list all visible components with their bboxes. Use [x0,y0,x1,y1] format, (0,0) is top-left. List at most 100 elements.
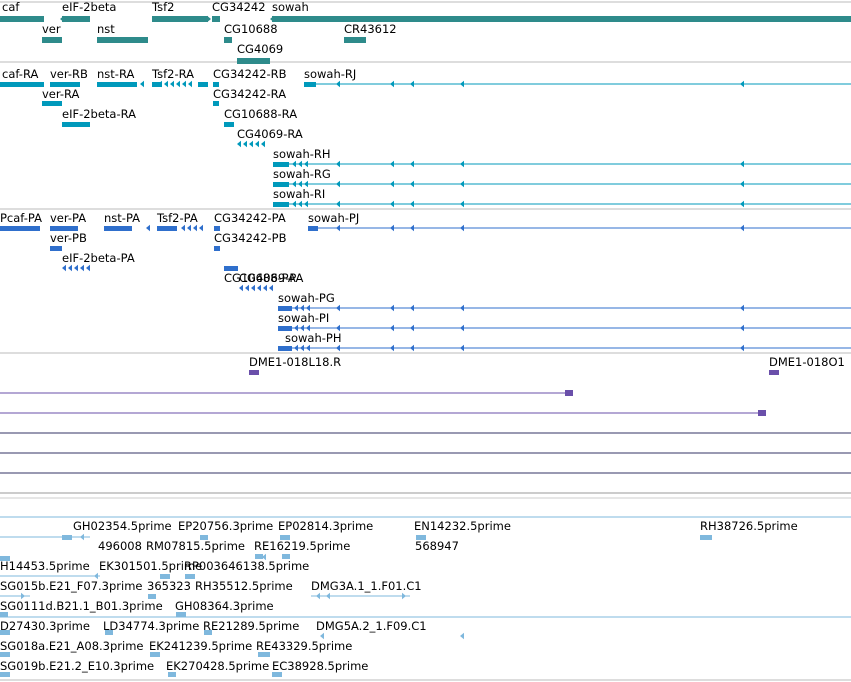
feature-label-ver-pa[interactable]: ver-PA [50,212,86,225]
feature-label-ek270428-5prime[interactable]: EK270428.5prime [166,660,269,673]
feature-label-cg34242-pa[interactable]: CG34242-PA [214,212,286,225]
feature-label-sowah-ri[interactable]: sowah-RI [273,188,325,201]
exon-block[interactable] [308,226,318,231]
exon-block[interactable] [224,122,234,127]
feature-label-ver-rb[interactable]: ver-RB [50,68,88,81]
feature-label-eif-2beta-pa[interactable]: eIF-2beta-PA [62,252,135,265]
feature-label-ld34774-3prime[interactable]: LD34774.3prime [103,620,199,633]
exon-block[interactable] [62,535,72,540]
feature-label-dmg5a-2-1-f09-c1[interactable]: DMG5A.2_1.F09.C1 [316,620,427,633]
feature-label-sowah-pg[interactable]: sowah-PG [278,292,335,305]
feature-label-re43329-5prime[interactable]: RE43329.5prime [256,640,352,653]
feature-label-dme1-018l18-r[interactable]: DME1-018L18.R [249,356,341,369]
feature-label-cg10688[interactable]: CG10688 [224,23,278,36]
gene-cg34242[interactable] [212,16,220,22]
feature-label-re21289-5prime[interactable]: RE21289.5prime [203,620,299,633]
feature-label-nst-ra[interactable]: nst-RA [97,68,134,81]
exon-block[interactable] [214,246,220,251]
feature-label-sowah[interactable]: sowah [272,1,309,14]
exon-block[interactable] [0,82,44,87]
exon-block[interactable] [769,370,779,375]
gene-eif2beta[interactable] [62,16,90,22]
gene-ver[interactable] [42,37,62,43]
feature-label-h14453-5prime[interactable]: H14453.5prime [0,560,90,573]
feature-label-ver-pb[interactable]: ver-PB [50,232,87,245]
feature-label-rp003646138-5prime[interactable]: RP003646138.5prime [184,560,309,573]
feature-label-sowah-pj[interactable]: sowah-PJ [308,212,359,225]
feature-label-tsf2-pa[interactable]: Tsf2-PA [157,212,198,225]
feature-label-cg4069-pa[interactable]: CG4069-PA [239,272,303,285]
feature-label-eif-2beta-ra[interactable]: eIF-2beta-RA [62,108,136,121]
feature-label-ek241239-5prime[interactable]: EK241239.5prime [149,640,252,653]
exon-block[interactable] [62,122,90,127]
feature-label-dmg3a-1-1-f01-c1[interactable]: DMG3A.1_1.F01.C1 [311,580,422,593]
feature-label-ec38928-5prime[interactable]: EC38928.5prime [272,660,368,673]
feature-label-re16219-5prime[interactable]: RE16219.5prime [254,540,350,553]
exon-block[interactable] [157,226,177,231]
feature-label-cr43612[interactable]: CR43612 [344,23,397,36]
exon-block[interactable] [213,101,219,106]
strand-arrow [390,324,394,332]
feature-label-sowah-rg[interactable]: sowah-RG [273,168,331,181]
gene-tsf2[interactable] [152,16,208,22]
feature-label-sowah-rj[interactable]: sowah-RJ [304,68,356,81]
feature-label-sowah-rh[interactable]: sowah-RH [273,148,331,161]
feature-label-cg34242[interactable]: CG34242 [212,1,266,14]
exon-block[interactable] [278,346,292,351]
feature-label-gh08364-3prime[interactable]: GH08364.3prime [175,600,274,613]
exon-block[interactable] [198,82,208,87]
feature-label-ep02814-3prime[interactable]: EP02814.3prime [278,520,373,533]
exon-block[interactable] [758,410,766,416]
feature-label-sowah-pi[interactable]: sowah-PI [278,312,329,325]
feature-label-cg34242-ra[interactable]: CG34242-RA [213,88,286,101]
feature-label-rh35512-5prime[interactable]: RH35512.5prime [195,580,293,593]
feature-label-sg018a-e21-a08-3prime[interactable]: SG018a.E21_A08.3prime [0,640,144,653]
feature-label-eif-2beta[interactable]: eIF-2beta [62,1,116,14]
feature-label-cg4069[interactable]: CG4069 [237,43,283,56]
feature-label-cg10688-ra[interactable]: CG10688-RA [224,108,297,121]
exon-block[interactable] [104,226,132,231]
exon-block[interactable] [700,535,712,540]
exon-block[interactable] [50,246,62,251]
feature-label-ver[interactable]: ver [42,23,61,36]
feature-label-sowah-ph[interactable]: sowah-PH [285,332,342,345]
exon-block[interactable] [304,82,316,87]
exon-block[interactable] [273,202,289,207]
feature-label-sg015b-e21-f07-3prime[interactable]: SG015b.E21_F07.3prime [0,580,143,593]
feature-label-tsf2[interactable]: Tsf2 [152,1,174,14]
exon-block[interactable] [97,82,137,87]
feature-label-365323[interactable]: 365323 [147,580,191,593]
feature-label-nst-pa[interactable]: nst-PA [104,212,140,225]
gene-cr43612[interactable] [344,37,366,43]
feature-label-en14232-5prime[interactable]: EN14232.5prime [414,520,511,533]
feature-label-d27430-3prime[interactable]: D27430.3prime [0,620,90,633]
feature-label-caf[interactable]: caf [2,1,19,14]
gene-nst[interactable] [97,37,148,43]
exon-block[interactable] [0,226,40,231]
feature-label-cg34242-rb[interactable]: CG34242-RB [213,68,287,81]
feature-label-ep20756-3prime[interactable]: EP20756.3prime [178,520,273,533]
feature-label-sg019b-e21-2-e10-3prime[interactable]: SG019b.E21.2_E10.3prime [0,660,154,673]
exon-block[interactable] [42,101,62,106]
feature-label-496008[interactable]: 496008 [98,540,142,553]
feature-label-caf-ra[interactable]: caf-RA [2,68,38,81]
feature-label-dme1-018o1[interactable]: DME1-018O1 [769,356,845,369]
feature-label-568947[interactable]: 568947 [415,540,459,553]
feature-label-sg0111d-b21-1-b01-3prime[interactable]: SG0111d.B21.1_B01.3prime [0,600,163,613]
gene-cg10688[interactable] [224,37,232,43]
feature-label-cg34242-pb[interactable]: CG34242-PB [214,232,287,245]
feature-label-gh02354-5prime[interactable]: GH02354.5prime [73,520,172,533]
feature-label-rm07815-5prime[interactable]: RM07815.5prime [146,540,245,553]
strand-arrow [239,284,243,292]
strand-arrow [249,140,253,148]
feature-label-rh38726-5prime[interactable]: RH38726.5prime [700,520,798,533]
feature-label-cg4069-ra[interactable]: CG4069-RA [237,128,303,141]
exon-block[interactable] [249,370,259,375]
gene-caf[interactable] [0,16,44,22]
feature-label-pcaf-pa[interactable]: Pcaf-PA [0,212,42,225]
feature-label-nst[interactable]: nst [97,23,115,36]
feature-label-ver-ra[interactable]: ver-RA [42,88,79,101]
feature-label-tsf2-ra[interactable]: Tsf2-RA [152,68,194,81]
exon-block[interactable] [565,390,573,396]
gene-cg4069[interactable] [237,58,270,64]
